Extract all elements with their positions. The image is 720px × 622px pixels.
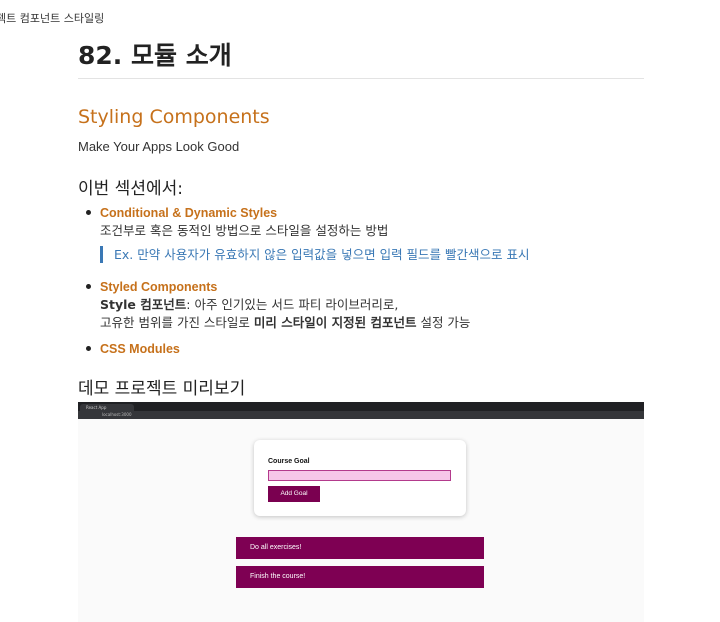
course-goal-input	[268, 470, 451, 481]
demo-heading: 데모 프로젝트 미리보기	[78, 379, 246, 399]
component-word: 컴포넌트	[140, 297, 187, 312]
topic-list: Conditional & Dynamic Styles 조건부로 혹은 동적인…	[78, 204, 644, 360]
bullet-icon	[86, 346, 91, 351]
page-title: 82. 모듈 소개	[78, 41, 232, 70]
item-title: CSS Modules	[100, 342, 180, 356]
desc-rest: : 아주 인기있는 서드 파티 라이브러리로,	[186, 297, 399, 312]
title-divider	[78, 78, 644, 79]
browser-chrome: React App localhost:3000	[78, 402, 644, 419]
url-text: localhost:3000	[102, 412, 132, 417]
list-item: Conditional & Dynamic Styles 조건부로 혹은 동적인…	[78, 204, 644, 274]
item-description-line1: Style 컴포넌트: 아주 인기있는 서드 파티 라이브러리로,	[100, 296, 644, 314]
list-item: Styled Components Style 컴포넌트: 아주 인기있는 서드…	[78, 278, 644, 336]
desc-emphasis: 미리 스타일이 지정된 컴포넌트	[253, 315, 417, 330]
item-description: 조건부로 혹은 동적인 방법으로 스타일을 설정하는 방법	[100, 223, 389, 238]
section-title: Styling Components	[78, 106, 270, 128]
bullet-icon	[86, 284, 91, 289]
in-section-heading: 이번 섹션에서:	[78, 179, 183, 199]
list-item: CSS Modules	[78, 340, 644, 360]
goal-item: Do all exercises!	[236, 537, 484, 559]
goal-item: Finish the course!	[236, 566, 484, 588]
desc-end: 설정 가능	[416, 315, 471, 330]
add-goal-button: Add Goal	[268, 486, 320, 502]
tab-label: React App	[86, 405, 107, 410]
item-title: Conditional & Dynamic Styles	[100, 206, 278, 220]
course-goal-label: Course Goal	[268, 458, 310, 465]
style-word: Style	[100, 297, 141, 312]
bullet-icon	[86, 210, 91, 215]
goal-form-card: Course Goal Add Goal	[254, 440, 466, 516]
desc-start: 고유한 범위를 가진 스타일로	[100, 315, 254, 330]
example-quote: Ex. 만약 사용자가 유효하지 않은 입력값을 넣으면 입력 필드를 빨간색으…	[100, 246, 644, 263]
item-description-line2: 고유한 범위를 가진 스타일로 미리 스타일이 지정된 컴포넌트 설정 가능	[100, 314, 644, 332]
section-subtitle: Make Your Apps Look Good	[78, 139, 240, 154]
address-bar: localhost:3000	[78, 411, 644, 419]
breadcrumb: 젝트 컴포넌트 스타일링	[0, 12, 105, 25]
item-title: Styled Components	[100, 280, 218, 294]
demo-screenshot: React App localhost:3000 Course Goal Add…	[78, 402, 644, 622]
